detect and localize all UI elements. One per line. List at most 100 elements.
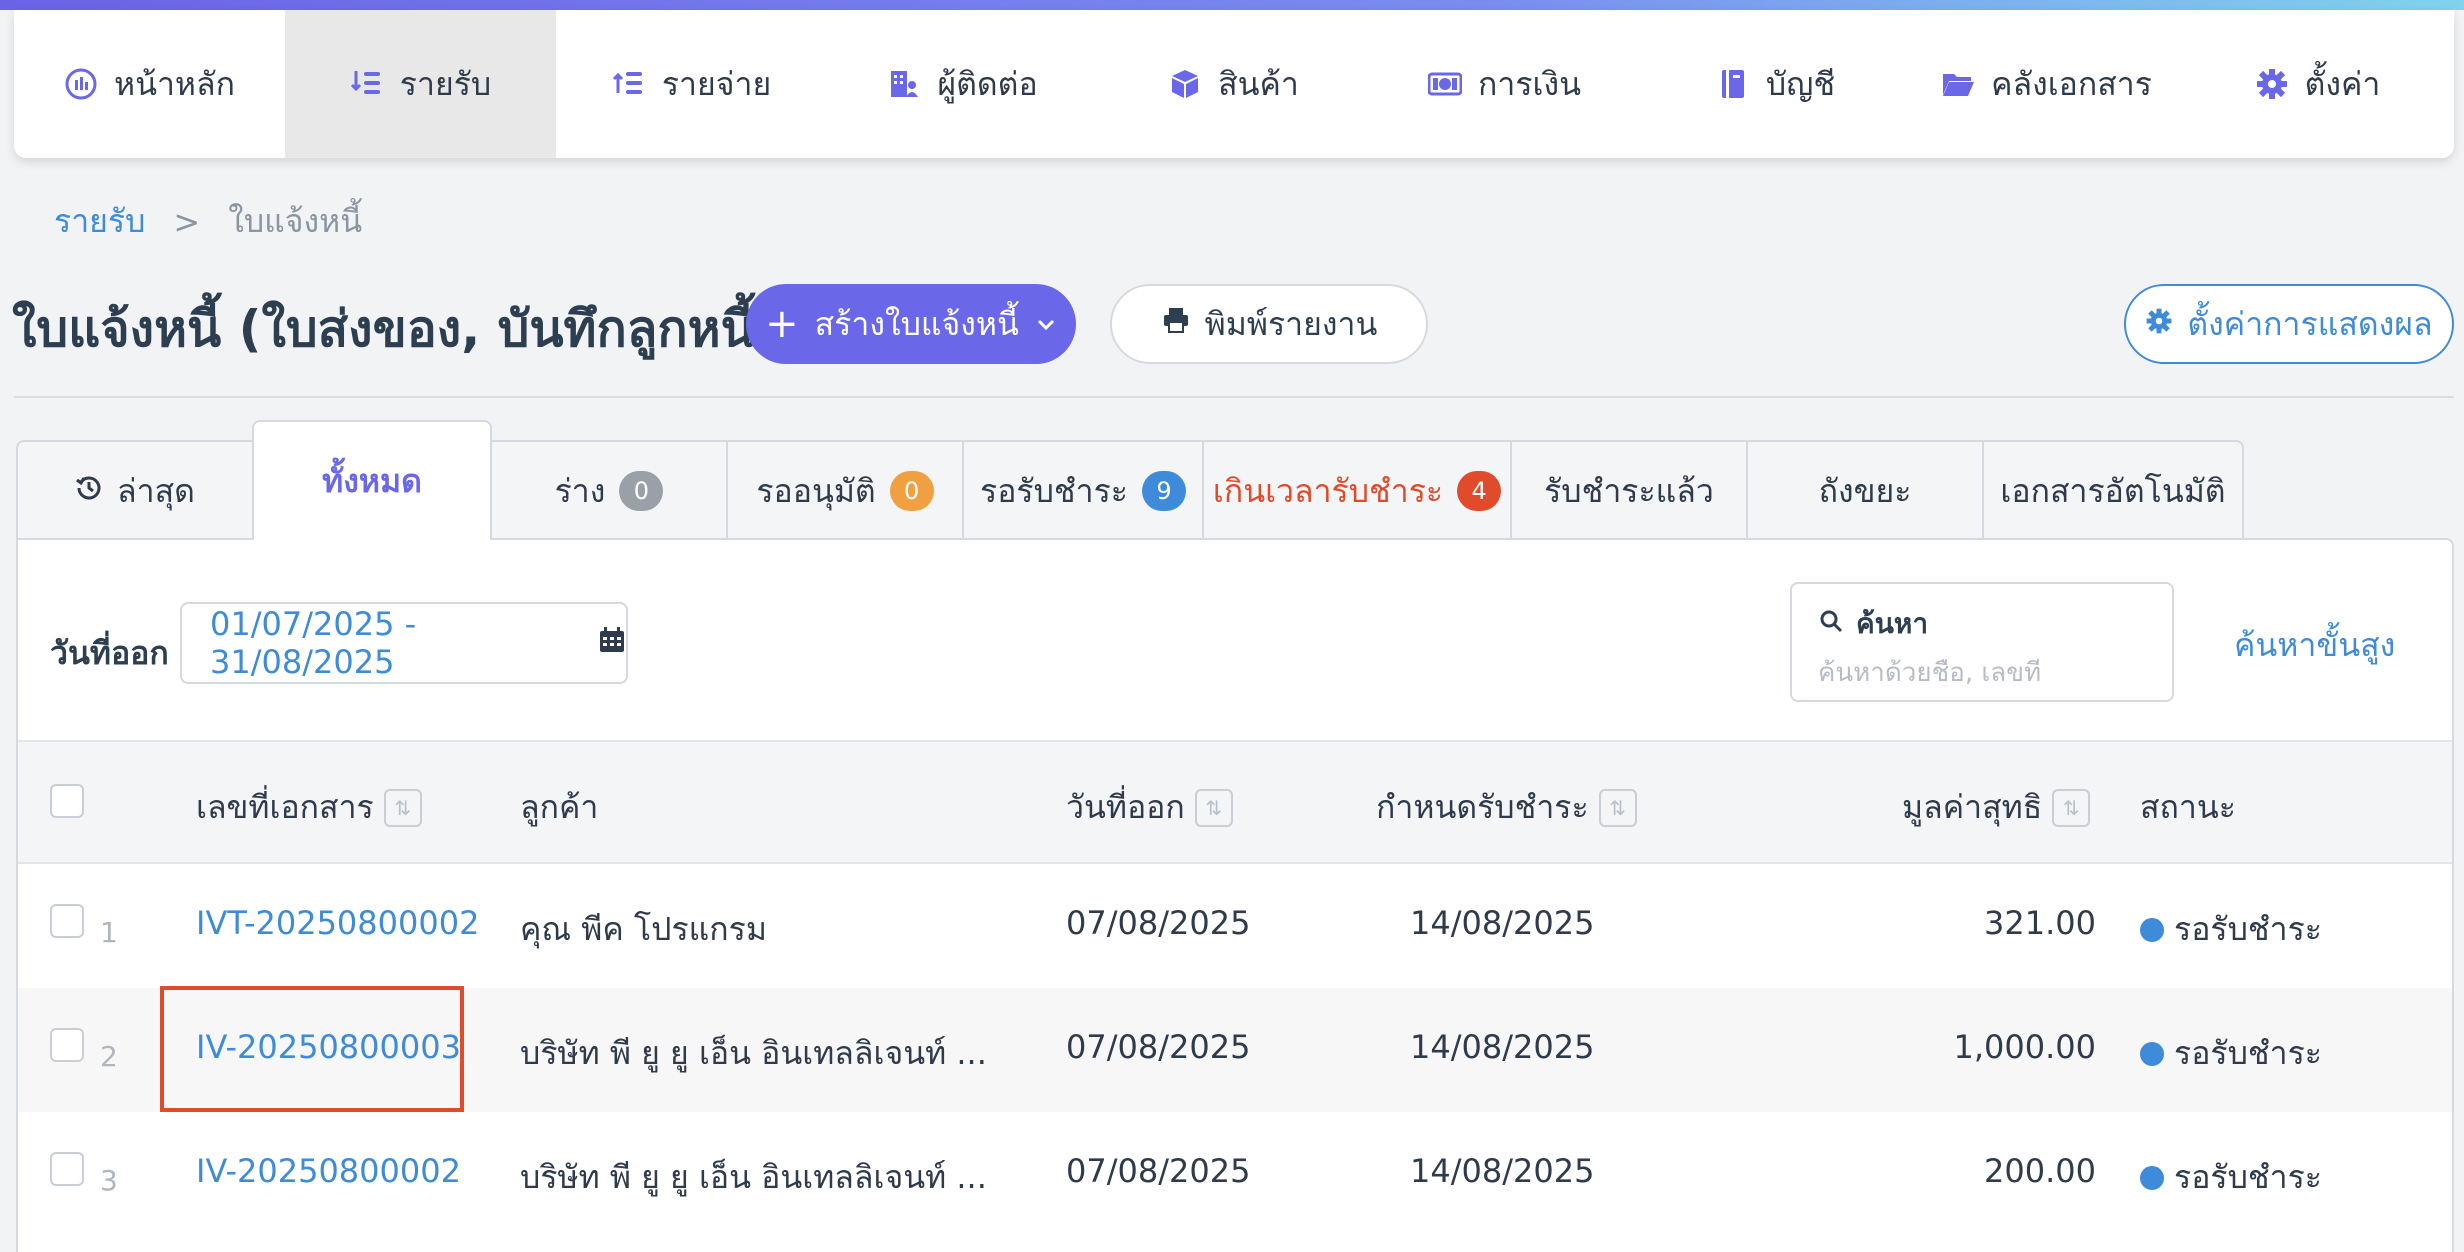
print-report-button[interactable]: พิมพ์รายงาน [1110,284,1428,364]
ledger-icon [1716,67,1750,101]
nav-item-accounting[interactable]: บัญชี [1640,10,1911,158]
nav-item-label: คลังเอกสาร [1991,64,2152,103]
document-number-link[interactable]: IVT-20250800002 [196,904,479,942]
tab-label: ทั้งหมด [322,461,422,500]
plus-icon: + [765,301,799,347]
column-header-label: สถานะ [2140,788,2236,826]
sort-icon[interactable]: ⇅ [2052,788,2091,827]
print-report-label: พิมพ์รายงาน [1204,304,1378,343]
nav-item-label: การเงิน [1478,64,1581,103]
nav-item-label: ตั้งค่า [2304,64,2381,103]
tab-draft[interactable]: ร่าง 0 [490,440,728,540]
calendar-icon [598,624,626,662]
sort-icon[interactable]: ⇅ [1598,788,1637,827]
net-amount: 321.00 [1984,904,2096,942]
gear-icon [2255,67,2289,101]
column-header-label: กำหนดรับชำระ [1376,788,1589,826]
chevron-down-icon [1035,305,1057,343]
tab-count-badge: 0 [889,471,934,511]
issue-date: 07/08/2025 [1066,1152,1251,1190]
nav-item-label: สินค้า [1218,64,1299,103]
search-input[interactable] [1818,658,2148,688]
nav-item-finance[interactable]: การเงิน [1369,10,1640,158]
document-number-link[interactable]: IV-20250800002 [196,1152,461,1190]
table-header: เลขที่เอกสาร ⇅ ลูกค้า วันที่ออก ⇅ กำหนดร… [18,740,2452,864]
tab-count-badge: 4 [1457,471,1502,511]
breadcrumb-income-link[interactable]: รายรับ [54,196,145,247]
printer-icon [1161,305,1191,343]
column-header-status: สถานะ [2140,782,2236,833]
nav-item-documents[interactable]: คลังเอกสาร [1911,10,2182,158]
tab-overdue[interactable]: เกินเวลารับชำระ 4 [1202,440,1512,540]
nav-item-income[interactable]: รายรับ [285,10,556,158]
row-checkbox[interactable] [50,1028,84,1062]
create-invoice-label: สร้างใบแจ้งหนี้ [814,304,1019,343]
net-amount: 200.00 [1984,1152,2096,1190]
search-label: ค้นหา [1856,607,1929,640]
advanced-search-link[interactable]: ค้นหาขั้นสูง [2234,620,2395,671]
issue-date-filter-label: วันที่ออก [50,634,169,672]
page-title: ใบแจ้งหนี้ (ใบส่งของ, บันทึกลูกหนี้) [12,300,778,358]
column-header-label: เลขที่เอกสาร [196,788,374,826]
display-settings-button[interactable]: ตั้งค่าการแสดงผล [2124,284,2454,364]
create-invoice-button[interactable]: + สร้างใบแจ้งหนี้ [746,284,1076,364]
column-header-label: ลูกค้า [520,788,599,826]
top-navigation: หน้าหลัก รายรับ รายจ่าย ผู้ติดต่อ สินค้า… [14,10,2454,158]
document-number-link[interactable]: IV-20250800003 [196,1028,461,1066]
display-settings-label: ตั้งค่าการแสดงผล [2187,304,2433,343]
column-header-net-amount[interactable]: มูลค่าสุทธิ ⇅ [1902,782,2091,833]
breadcrumb: รายรับ > ใบแจ้งหนี้ [54,196,362,247]
sort-icon[interactable]: ⇅ [383,788,422,827]
status-dot-icon [2140,917,2164,942]
customer-name: บริษัท พี ยู ยู เอ็น อินเทลลิเจนท์ ... [520,1034,987,1072]
money-icon [1428,67,1463,101]
nav-item-dashboard[interactable]: หน้าหลัก [14,10,285,158]
net-amount: 1,000.00 [1953,1028,2097,1066]
tab-label: รออนุมัติ [756,471,876,510]
tab-label: รับชำระแล้ว [1544,471,1714,510]
search-label-row: ค้นหา [1818,602,2146,646]
breadcrumb-separator: > [173,202,201,241]
dashboard-icon [64,67,98,101]
contacts-icon [887,67,921,101]
tab-trash[interactable]: ถังขยะ [1746,440,1984,540]
column-header-issue-date[interactable]: วันที่ออก ⇅ [1066,782,1233,833]
due-date: 14/08/2025 [1410,904,1595,942]
tab-paid[interactable]: รับชำระแล้ว [1510,440,1748,540]
due-date: 14/08/2025 [1410,1028,1595,1066]
issue-date: 07/08/2025 [1066,1028,1251,1066]
tab-pending-approval[interactable]: รออนุมัติ 0 [726,440,964,540]
customer-name: คุณ พีค โปรแกรม [520,910,767,948]
table-row[interactable]: 3 IV-20250800002 บริษัท พี ยู ยู เอ็น อิ… [18,1112,2452,1236]
nav-item-products[interactable]: สินค้า [1098,10,1369,158]
nav-item-settings[interactable]: ตั้งค่า [2182,10,2453,158]
nav-item-contacts[interactable]: ผู้ติดต่อ [827,10,1098,158]
column-header-doc-no[interactable]: เลขที่เอกสาร ⇅ [196,782,422,833]
date-range-picker[interactable]: 01/07/2025 - 31/08/2025 [180,602,628,684]
table-row[interactable]: 2 IV-20250800003 บริษัท พี ยู ยู เอ็น อิ… [18,988,2452,1112]
tab-awaiting-payment[interactable]: รอรับชำระ 9 [962,440,1204,540]
select-all-checkbox[interactable] [50,784,84,818]
tab-label: ล่าสุด [117,471,195,510]
row-checkbox[interactable] [50,904,84,938]
tab-automatic-documents[interactable]: เอกสารอัตโนมัติ [1982,440,2244,540]
tab-count-badge: 0 [619,471,664,511]
status-label: รอรับชำระ [2174,1034,2322,1072]
sort-icon[interactable]: ⇅ [1194,788,1233,827]
tab-label: เอกสารอัตโนมัติ [2000,471,2226,510]
tab-all[interactable]: ทั้งหมด [252,420,492,540]
tab-count-badge: 9 [1141,471,1186,511]
tab-recent[interactable]: ล่าสุด [16,440,254,540]
tab-label: รอรับชำระ [980,471,1128,510]
nav-item-expense[interactable]: รายจ่าย [556,10,827,158]
tab-label: ร่าง [554,471,606,510]
status-dot-icon [2140,1041,2164,1066]
nav-item-label: รายจ่าย [661,64,772,103]
column-header-due-date[interactable]: กำหนดรับชำระ ⇅ [1376,782,1637,833]
table-row[interactable]: 1 IVT-20250800002 คุณ พีค โปรแกรม 07/08/… [18,864,2452,988]
row-checkbox[interactable] [50,1152,84,1186]
income-icon [350,67,384,101]
folder-icon [1941,67,1975,101]
column-header-customer: ลูกค้า [520,782,598,833]
status-label: รอรับชำระ [2174,910,2322,948]
